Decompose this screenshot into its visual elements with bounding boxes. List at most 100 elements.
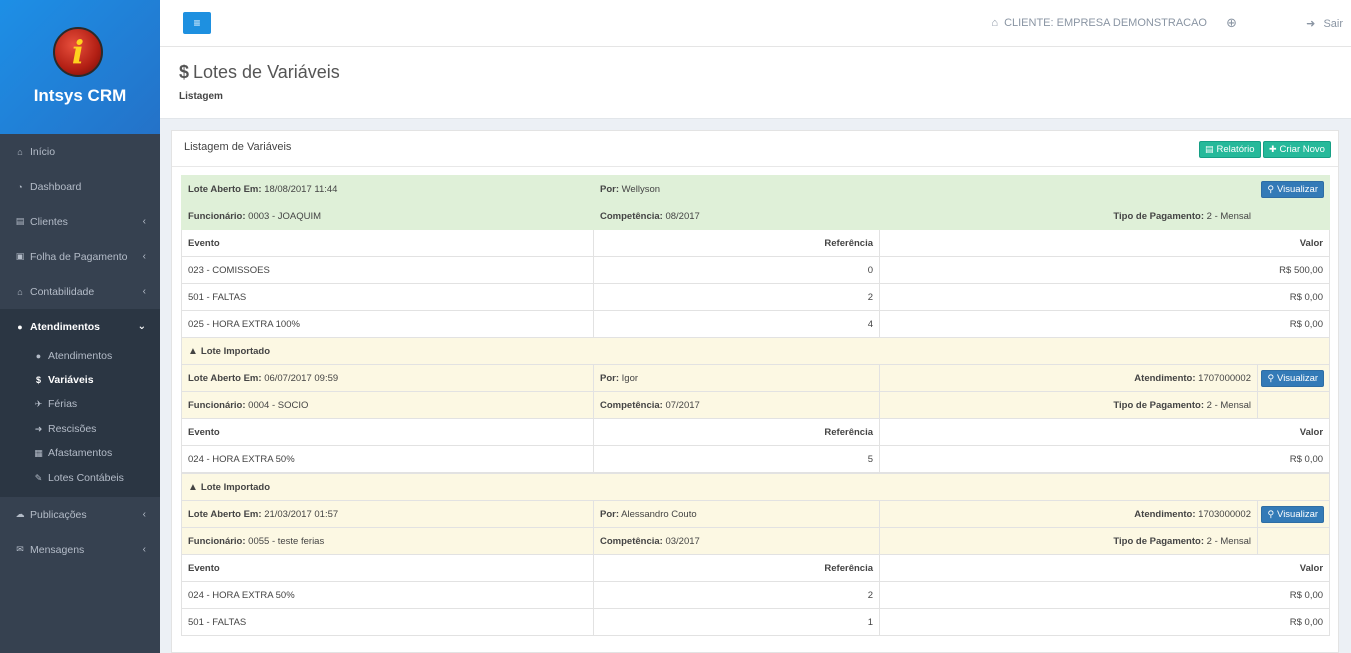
sidebar-item-label: Contabilidade [30, 285, 95, 298]
lot-table: Lote Aberto Em: 18/08/2017 11:44 Por: We… [181, 175, 1330, 338]
lot-employee: Funcionário: 0003 - JOAQUIM [181, 202, 594, 230]
sidebar-item-label: Dashboard [30, 180, 82, 193]
col-event: Evento [181, 418, 594, 446]
lot-service: Atendimento: 1707000002 [879, 364, 1258, 392]
table-row: 023 - COMISSOES 0 R$ 500,00 [181, 256, 1330, 284]
col-value: Valor [879, 229, 1330, 257]
lot-info-row: Funcionário: 0003 - JOAQUIM Competência:… [181, 202, 1330, 230]
money-icon: ▣ [15, 251, 25, 261]
sidebar-item-publicacoes[interactable]: ☁ Publicações ‹ [0, 497, 160, 532]
sidebar-item-mensagens[interactable]: ✉ Mensagens ‹ [0, 532, 160, 567]
sidebar-item-dashboard[interactable]: ◔ Dashboard [0, 169, 160, 204]
lot-competence: Competência: 03/2017 [593, 527, 880, 555]
plus-icon: ✚ [1269, 144, 1277, 154]
chevron-down-icon: ⌄ [137, 321, 146, 332]
sidebar: i Intsys CRM ⌂ Início ◔ Dashboard ▤ Clie… [0, 0, 160, 653]
lot-opened: Lote Aberto Em: 06/07/2017 09:59 [181, 364, 594, 392]
ref-cell: 0 [593, 256, 880, 284]
sidebar-item-label: Folha de Pagamento [30, 250, 128, 263]
dollar-icon: $ [35, 375, 41, 385]
report-button[interactable]: ▤ Relatório [1199, 141, 1261, 158]
sidebar-item-clientes[interactable]: ▤ Clientes ‹ [0, 204, 160, 239]
event-cell: 023 - COMISSOES [181, 256, 594, 284]
report-button-label: Relatório [1216, 144, 1255, 155]
dashboard-icon: ◔ [17, 181, 23, 192]
events-header-row: Evento Referência Valor [181, 229, 1330, 257]
lot-imported-label: ▲ Lote Importado [180, 337, 1331, 365]
ref-cell: 5 [593, 445, 880, 473]
value-cell: R$ 0,00 [879, 310, 1330, 338]
create-new-button[interactable]: ✚ Criar Novo [1263, 141, 1331, 158]
sidebar-item-contabilidade[interactable]: ⌂ Contabilidade ‹ [0, 274, 160, 309]
logout-label: Sair [1323, 18, 1343, 30]
lot-opened: Lote Aberto Em: 21/03/2017 01:57 [181, 500, 594, 528]
event-cell: 024 - HORA EXTRA 50% [181, 445, 594, 473]
col-event: Evento [181, 229, 594, 257]
sidebar-item-label: Atendimentos [30, 320, 101, 333]
lot-actions: ⚲ Visualizar [1257, 175, 1330, 203]
globe-icon[interactable]: ⊕ [1226, 15, 1237, 31]
lot-by: Por: Alessandro Couto [593, 500, 880, 528]
table-row: 025 - HORA EXTRA 100% 4 R$ 0,00 [181, 310, 1330, 338]
client-label: CLIENTE: EMPRESA DEMONSTRACAO [1004, 17, 1207, 29]
logout-link[interactable]: ➜ Sair [1306, 17, 1343, 30]
col-value: Valor [878, 554, 1331, 582]
sidebar-item-atendimentos[interactable]: ● Atendimentos ⌄ [0, 309, 160, 344]
submenu-item-label: Atendimentos [48, 350, 113, 362]
col-ref: Referência [593, 229, 880, 257]
client-selector[interactable]: ⌂ CLIENTE: EMPRESA DEMONSTRACAO [991, 17, 1207, 29]
submenu-item-afastamentos[interactable]: ▦ Afastamentos [33, 443, 112, 463]
lot-by: Por: Igor [593, 364, 880, 392]
value-cell: R$ 0,00 [878, 581, 1331, 609]
menu-toggle-button[interactable]: ≡ [183, 12, 211, 34]
submenu-item-label: Rescisões [48, 423, 97, 435]
lot-payment: Tipo de Pagamento: 2 - Mensal [879, 391, 1258, 419]
comments-icon: ● [35, 351, 42, 361]
ref-cell: 2 [593, 283, 880, 311]
lot-table: ▲ Lote Importado Lote Aberto Em: 21/03/20… [180, 473, 1331, 636]
page-title: $ Lotes de Variáveis [179, 62, 340, 83]
value-cell: R$ 0,00 [878, 608, 1331, 636]
submenu-item-variaveis[interactable]: $ Variáveis [33, 370, 94, 390]
lot-actions: ⚲ Visualizar [1256, 364, 1331, 392]
page-header: $ Lotes de Variáveis Listagem [160, 47, 1351, 119]
sidebar-item-folha[interactable]: ▣ Folha de Pagamento ‹ [0, 239, 160, 274]
submenu-item-label: Afastamentos [48, 447, 113, 459]
view-button[interactable]: ⚲ Visualizar [1261, 506, 1325, 523]
search-icon: ⚲ [1267, 373, 1275, 383]
submenu-item-ferias[interactable]: ✈ Férias [33, 394, 77, 414]
submenu-item-lotes-contabeis[interactable]: ✎ Lotes Contábeis [33, 468, 124, 488]
lot-header-row: Lote Aberto Em: 06/07/2017 09:59 Por: Ig… [181, 364, 1331, 392]
sign-out-icon: ➜ [34, 423, 43, 434]
chevron-left-icon: ‹ [142, 509, 146, 520]
lot-empty [1256, 391, 1331, 419]
sidebar-item-inicio[interactable]: ⌂ Início [0, 134, 160, 169]
submenu-atendimentos: ● Atendimentos $ Variáveis ✈ Férias ➜ Re… [0, 344, 160, 497]
bank-icon: ⌂ [17, 286, 23, 297]
file-pdf-icon: ▤ [1205, 144, 1214, 154]
plane-icon: ✈ [34, 398, 43, 409]
lot-imported-row: ▲ Lote Importado [180, 337, 1331, 365]
table-row: 501 - FALTAS 1 R$ 0,00 [181, 608, 1331, 636]
event-cell: 025 - HORA EXTRA 100% [181, 310, 594, 338]
hamburger-icon: ≡ [193, 16, 201, 30]
lot-header-row: Lote Aberto Em: 18/08/2017 11:44 Por: We… [181, 175, 1330, 203]
ref-cell: 2 [593, 581, 880, 609]
view-button[interactable]: ⚲ Visualizar [1261, 181, 1324, 198]
table-row: 024 - HORA EXTRA 50% 5 R$ 0,00 [181, 445, 1331, 473]
events-header-row: Evento Referência Valor [181, 554, 1331, 582]
lot-service: Atendimento: 1703000002 [879, 500, 1258, 528]
listing-panel: Listagem de Variáveis ▤ Relatório ✚ Criar … [171, 130, 1339, 653]
brand: i Intsys CRM [0, 0, 160, 134]
submenu-item-label: Variáveis [48, 374, 94, 386]
calendar-icon: ▦ [34, 447, 43, 458]
lot-employee: Funcionário: 0004 - SOCIO [181, 391, 594, 419]
app-logo[interactable]: i [53, 27, 103, 77]
edit-icon: ✎ [34, 472, 43, 483]
chevron-left-icon: ‹ [142, 286, 146, 297]
submenu-item-rescisoes[interactable]: ➜ Rescisões [33, 419, 97, 439]
comments-icon: ● [17, 321, 23, 332]
bank-icon: ⌂ [991, 17, 999, 29]
view-button[interactable]: ⚲ Visualizar [1261, 370, 1325, 387]
submenu-item-atendimentos[interactable]: ● Atendimentos [33, 346, 112, 366]
